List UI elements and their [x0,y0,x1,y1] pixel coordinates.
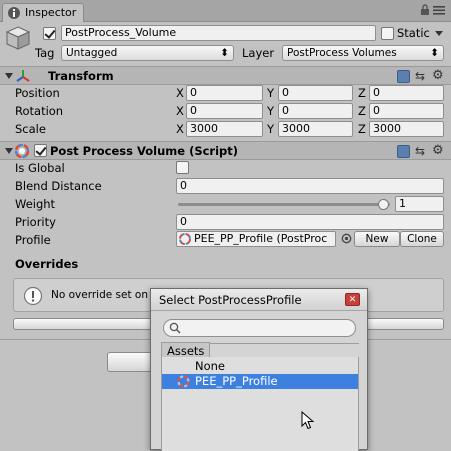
rotation-label: Rotation [15,104,64,118]
dialog-title: Select PostProcessProfile [159,293,302,307]
inspector-tab-label: Inspector [25,6,77,19]
tag-dropdown[interactable]: Untagged ⬍ [61,45,234,61]
weight-slider-thumb[interactable] [378,199,389,210]
list-item-pee-pp-profile[interactable]: PEE_PP_Profile [162,374,358,389]
transform-title: Transform [48,69,114,83]
ppv-foldout-icon[interactable] [5,148,13,154]
dialog-titlebar: Select PostProcessProfile ✕ [151,289,367,311]
rotation-x-field[interactable]: 0 [186,103,263,119]
is-global-checkbox[interactable] [176,161,189,174]
transform-header[interactable]: Transform ⇆ ⚙ [0,66,451,85]
static-label: Static [397,26,430,40]
settings-gear-icon[interactable]: ⚙ [432,143,444,158]
position-z-field[interactable]: 0 [369,85,444,101]
info-icon [23,286,43,309]
is-global-label: Is Global [15,161,65,175]
preset-icon[interactable]: ⇆ [415,144,425,158]
new-profile-button[interactable]: New [354,231,400,247]
inspector-info-icon [7,6,21,23]
axis-z-label: Z [358,86,366,100]
position-x-field[interactable]: 0 [186,85,263,101]
transform-foldout-icon[interactable] [5,73,13,79]
blend-distance-label: Blend Distance [15,179,102,193]
static-checkbox[interactable] [381,27,394,40]
position-label: Position [15,86,60,100]
weight-label: Weight [15,197,56,211]
tab-controls [420,4,445,18]
priority-label: Priority [15,215,56,229]
assets-tab[interactable]: Assets [161,342,210,358]
help-book-icon[interactable] [397,145,410,158]
rotation-z-field[interactable]: 0 [369,103,444,119]
ppv-header[interactable]: Post Process Volume (Script) ⇆ ⚙ [0,141,451,160]
layer-value: PostProcess Volumes [287,47,397,59]
menu-icon[interactable] [433,5,445,18]
inspector-tab-strip: Inspector [0,0,451,22]
scale-x-field[interactable]: 3000 [186,121,263,137]
mouse-cursor-icon [301,410,315,434]
search-icon [169,322,181,337]
static-dropdown-arrow-icon[interactable] [435,31,443,36]
clone-profile-button[interactable]: Clone [400,231,444,247]
scale-z-field[interactable]: 3000 [369,121,444,137]
ppv-enabled-checkbox[interactable] [34,144,47,157]
axis-x-label: X [176,122,184,136]
settings-gear-icon[interactable]: ⚙ [432,68,444,83]
profile-value: PEE_PP_Profile (PostProc [194,232,328,245]
overrides-message: No override set on th [51,289,163,301]
transform-axes-icon [15,69,31,86]
weight-field[interactable]: 1 [395,196,444,212]
select-profile-dialog: Select PostProcessProfile ✕ Assets None … [150,288,368,451]
axis-y-label: Y [267,122,275,136]
help-book-icon[interactable] [397,70,410,83]
layer-label: Layer [242,46,275,60]
close-icon[interactable]: ✕ [345,293,360,306]
preset-icon[interactable]: ⇆ [415,69,425,83]
axis-x-label: X [176,86,184,100]
profile-label: Profile [15,233,51,247]
gameobject-cube-icon [5,25,31,54]
scale-label: Scale [15,122,46,136]
asset-list: None PEE_PP_Profile [161,357,359,451]
list-item-label: PEE_PP_Profile [195,374,278,388]
profile-asset-icon [177,375,190,391]
object-picker-icon[interactable] [341,233,352,247]
position-y-field[interactable]: 0 [278,85,353,101]
profile-asset-icon [179,233,191,246]
axis-y-label: Y [267,104,275,118]
gameobject-name-field[interactable]: PostProcess_Volume [61,25,376,41]
layer-dropdown[interactable]: PostProcess Volumes ⬍ [282,45,444,61]
search-input[interactable] [163,319,356,337]
inspector-tab[interactable]: Inspector [2,3,84,22]
list-item-label: None [195,359,226,373]
axis-y-label: Y [267,86,275,100]
assets-tab-label: Assets [167,344,205,358]
axis-z-label: Z [358,122,366,136]
weight-slider-track[interactable] [178,203,390,206]
ppv-component-icon [14,143,30,161]
tag-value: Untagged [66,47,118,59]
axis-z-label: Z [358,104,366,118]
overrides-heading: Overrides [15,257,79,271]
ppv-title: Post Process Volume (Script) [50,144,239,158]
profile-object-field[interactable]: PEE_PP_Profile (PostProc [176,231,336,247]
lock-icon[interactable] [420,4,434,18]
updown-arrow-icon: ⬍ [430,47,439,59]
axis-x-label: X [176,104,184,118]
priority-field[interactable]: 0 [176,214,444,230]
rotation-y-field[interactable]: 0 [278,103,353,119]
gameobject-active-checkbox[interactable] [43,27,56,40]
scale-y-field[interactable]: 3000 [278,121,353,137]
updown-arrow-icon: ⬍ [220,47,229,59]
tag-label: Tag [35,46,55,60]
list-item-none[interactable]: None [162,359,358,374]
blend-distance-field[interactable]: 0 [176,178,444,194]
